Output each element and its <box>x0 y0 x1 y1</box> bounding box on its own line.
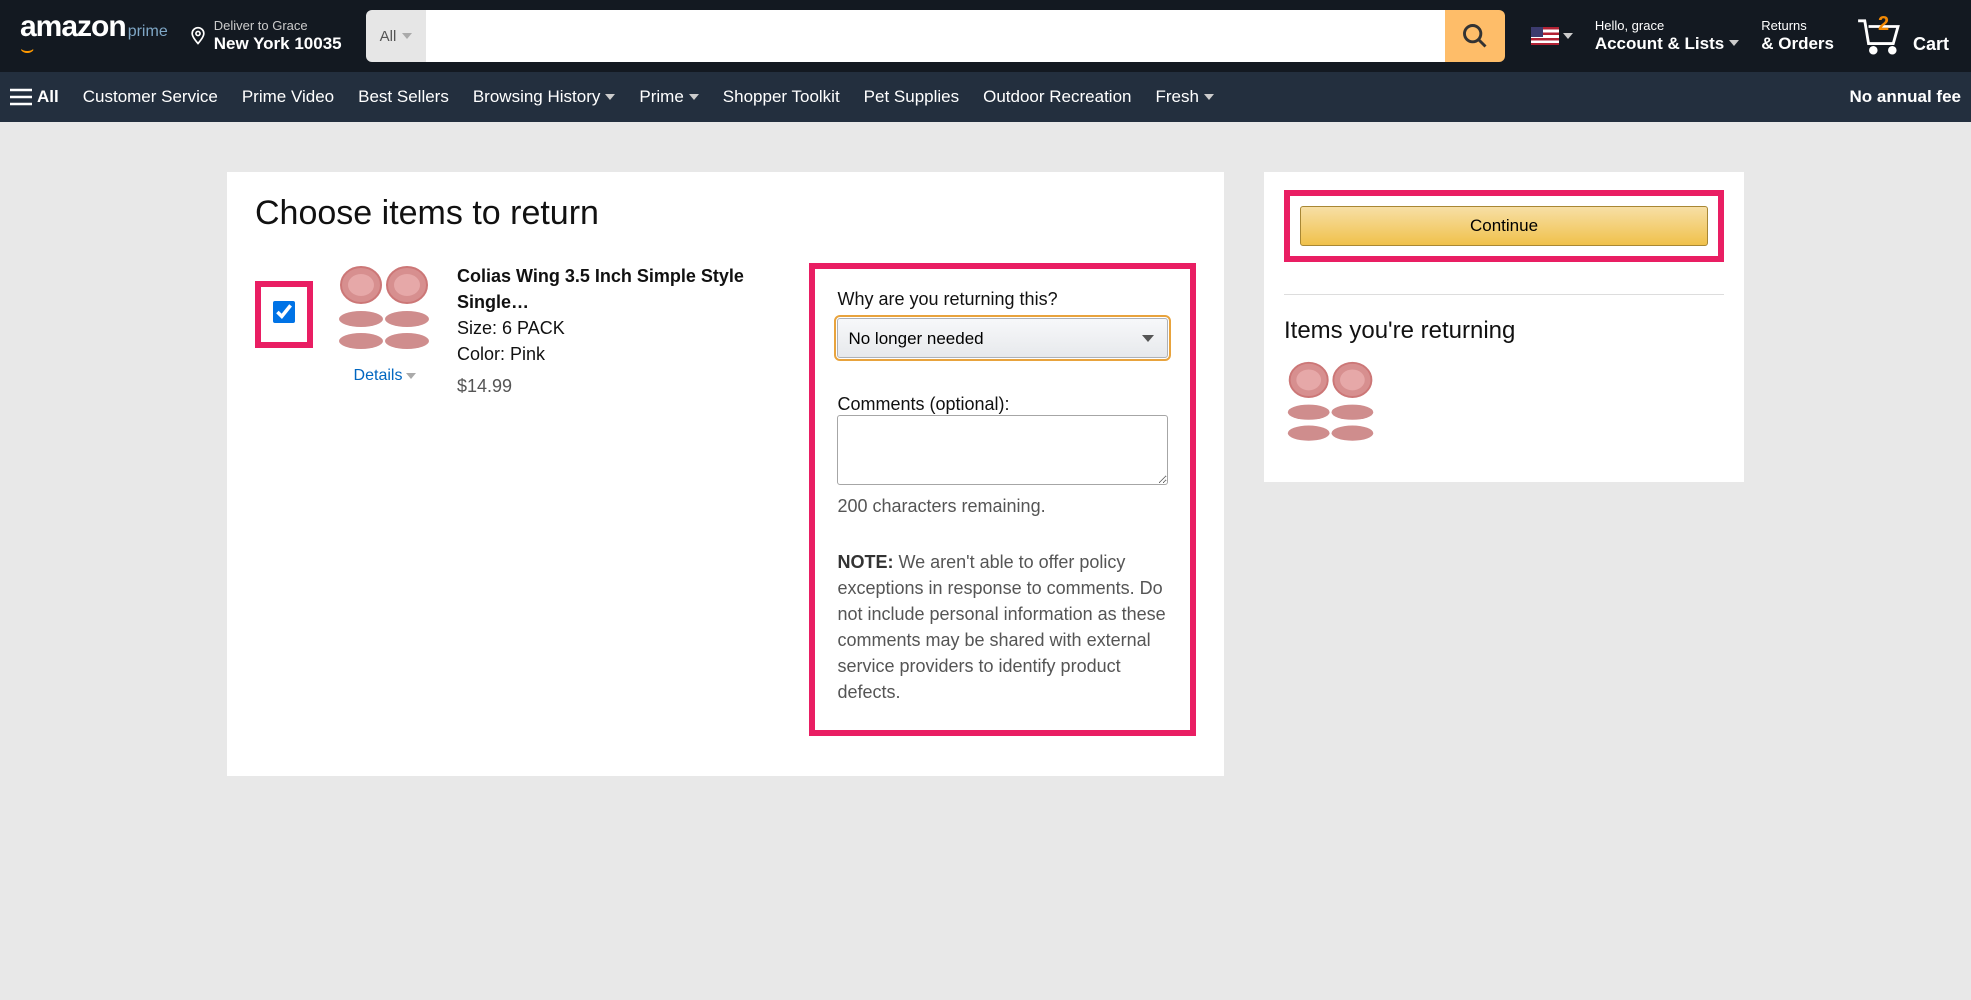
return-items-panel: Choose items to return Details Colias Wi… <box>227 172 1224 776</box>
logo[interactable]: amazon ⌣ prime <box>10 4 178 68</box>
logo-text: amazon <box>20 10 126 43</box>
item-checkbox[interactable] <box>273 301 295 323</box>
return-item-row: Details Colias Wing 3.5 Inch Simple Styl… <box>255 263 1196 736</box>
caret-down-icon <box>1563 33 1573 39</box>
returns-line1: Returns <box>1761 19 1834 34</box>
reason-select[interactable]: No longer needed <box>837 318 1168 358</box>
nav-prime-video[interactable]: Prime Video <box>242 87 334 107</box>
reason-question: Why are you returning this? <box>837 289 1168 310</box>
caret-down-icon <box>605 94 615 100</box>
continue-button[interactable]: Continue <box>1300 206 1708 246</box>
caret-down-icon <box>689 94 699 100</box>
nav-fresh[interactable]: Fresh <box>1156 87 1214 107</box>
returning-heading: Items you're returning <box>1284 294 1724 345</box>
nav-all-label: All <box>37 87 59 107</box>
return-reason-highlight: Why are you returning this? No longer ne… <box>809 263 1196 736</box>
chars-remaining: 200 characters remaining. <box>837 496 1168 517</box>
comments-label: Comments (optional): <box>837 394 1168 415</box>
cart-count: 2 <box>1878 13 1889 36</box>
item-checkbox-highlight <box>255 281 313 348</box>
hamburger-icon <box>10 88 32 106</box>
top-nav: amazon ⌣ prime Deliver to Grace New York… <box>0 0 1971 72</box>
search-category-dropdown[interactable]: All <box>366 10 427 62</box>
deliver-to[interactable]: Deliver to Grace New York 10035 <box>178 13 352 59</box>
product-name: Colias Wing 3.5 Inch Simple Style Single… <box>457 263 787 315</box>
location-pin-icon <box>188 26 208 46</box>
search-button[interactable] <box>1445 10 1505 62</box>
account-label: Account & Lists <box>1595 34 1724 54</box>
returning-item-thumbnail[interactable] <box>1284 359 1379 454</box>
nav-promo[interactable]: No annual fee <box>1850 87 1961 107</box>
product-size: Size: 6 PACK <box>457 315 787 341</box>
product-thumbnail[interactable] <box>335 263 435 363</box>
returns-line2: & Orders <box>1761 34 1834 54</box>
search-bar: All <box>366 10 1505 62</box>
nav-browsing-history[interactable]: Browsing History <box>473 87 616 107</box>
account-hello: Hello, grace <box>1595 19 1739 34</box>
product-color: Color: Pink <box>457 341 787 367</box>
language-selector[interactable] <box>1531 27 1573 45</box>
nav-prime[interactable]: Prime <box>639 87 698 107</box>
logo-subtext: prime <box>128 23 168 41</box>
search-icon <box>1461 22 1489 50</box>
nav-item-label: Prime <box>639 87 683 107</box>
search-input[interactable] <box>426 10 1445 62</box>
nav-item-label: Browsing History <box>473 87 601 107</box>
search-category-label: All <box>380 28 397 45</box>
returns-orders[interactable]: Returns & Orders <box>1761 19 1834 53</box>
nav-pet-supplies[interactable]: Pet Supplies <box>864 87 959 107</box>
deliver-line2: New York 10035 <box>214 34 342 54</box>
nav-shopper-toolkit[interactable]: Shopper Toolkit <box>723 87 840 107</box>
nav-customer-service[interactable]: Customer Service <box>83 87 218 107</box>
sub-nav: All Customer Service Prime Video Best Se… <box>0 72 1971 122</box>
flag-us-icon <box>1531 27 1559 45</box>
account-menu[interactable]: Hello, grace Account & Lists <box>1595 19 1739 53</box>
caret-down-icon <box>1729 40 1739 46</box>
policy-note-bold: NOTE: <box>837 552 893 572</box>
policy-note-text: We aren't able to offer policy exception… <box>837 552 1165 702</box>
deliver-line1: Deliver to Grace <box>214 19 342 34</box>
summary-panel: Continue Items you're returning <box>1264 172 1744 482</box>
caret-down-icon <box>1204 94 1214 100</box>
cart[interactable]: 2 Cart <box>1856 17 1949 55</box>
nav-item-label: Fresh <box>1156 87 1199 107</box>
nav-outdoor-recreation[interactable]: Outdoor Recreation <box>983 87 1131 107</box>
caret-down-icon <box>406 373 416 379</box>
details-link[interactable]: Details <box>354 367 417 385</box>
cart-label: Cart <box>1913 34 1949 55</box>
page-title: Choose items to return <box>255 194 1196 233</box>
caret-down-icon <box>402 33 412 39</box>
nav-all[interactable]: All <box>10 87 59 107</box>
continue-highlight: Continue <box>1284 190 1724 262</box>
nav-best-sellers[interactable]: Best Sellers <box>358 87 449 107</box>
details-link-label: Details <box>354 367 403 385</box>
policy-note: NOTE: We aren't able to offer policy exc… <box>837 549 1168 706</box>
comments-textarea[interactable] <box>837 415 1168 485</box>
product-price: $14.99 <box>457 373 787 399</box>
